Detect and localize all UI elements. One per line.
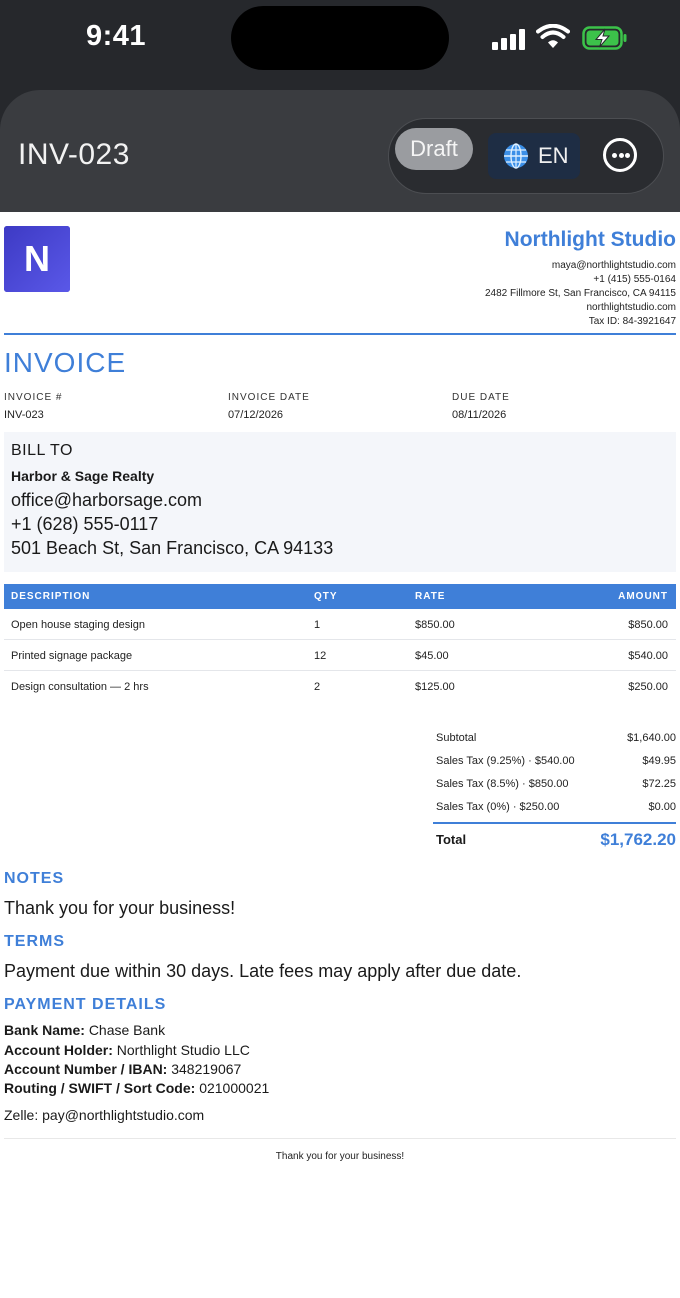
due-date-label: DUE DATE bbox=[452, 392, 510, 403]
item-amount: $540.00 bbox=[628, 650, 668, 662]
total-value: $1,762.20 bbox=[600, 830, 676, 849]
item-description: Design consultation — 2 hrs bbox=[11, 681, 149, 693]
table-row: Design consultation — 2 hrs 2 $125.00 $2… bbox=[4, 671, 676, 702]
invoice-number-label: INVOICE # bbox=[4, 392, 63, 403]
company-address: 2482 Fillmore St, San Francisco, CA 9411… bbox=[484, 288, 676, 299]
total-divider bbox=[433, 822, 676, 824]
item-qty: 1 bbox=[314, 619, 321, 631]
company-email: maya@northlightstudio.com bbox=[551, 260, 676, 271]
tax-line-label: Sales Tax (0%) · $250.00 bbox=[436, 801, 560, 813]
globe-icon bbox=[504, 143, 528, 169]
footer-text: Thank you for your business! bbox=[275, 1151, 405, 1162]
routing-code: Routing / SWIFT / Sort Code: 021000021 bbox=[4, 1080, 270, 1096]
company-contact: maya@northlightstudio.com +1 (415) 555-0… bbox=[485, 259, 676, 329]
item-qty: 12 bbox=[314, 650, 327, 662]
table-row: Open house staging design 1 $850.00 $850… bbox=[4, 609, 676, 640]
item-rate: $125.00 bbox=[415, 681, 455, 693]
zelle-info: Zelle: pay@northlightstudio.com bbox=[4, 1107, 205, 1123]
dynamic-island bbox=[231, 6, 449, 70]
notes-text: Thank you for your business! bbox=[4, 898, 236, 918]
item-description: Printed signage package bbox=[11, 650, 133, 662]
tax-line-label: Sales Tax (8.5%) · $850.00 bbox=[436, 778, 569, 790]
subtotal-value: $1,640.00 bbox=[627, 732, 676, 744]
company-tax-id: Tax ID: 84-3921647 bbox=[588, 316, 676, 327]
company-website: northlightstudio.com bbox=[586, 302, 677, 313]
bill-to-heading: BILL TO bbox=[11, 442, 73, 459]
client-phone: +1 (628) 555-0117 bbox=[11, 514, 159, 534]
account-holder: Account Holder: Northlight Studio LLC bbox=[4, 1042, 250, 1058]
column-header-description: DESCRIPTION bbox=[11, 591, 91, 602]
footer-divider bbox=[4, 1138, 676, 1139]
company-logo: N bbox=[4, 226, 70, 292]
terms-text: Payment due within 30 days. Late fees ma… bbox=[4, 961, 522, 981]
terms-heading: TERMS bbox=[4, 933, 65, 950]
account-number: Account Number / IBAN: 348219067 bbox=[4, 1061, 242, 1077]
table-row: Printed signage package 12 $45.00 $540.0… bbox=[4, 640, 676, 671]
item-rate: $850.00 bbox=[415, 619, 455, 631]
language-label: EN bbox=[538, 143, 569, 168]
company-phone: +1 (415) 555-0164 bbox=[593, 274, 676, 285]
tax-line-value: $72.25 bbox=[642, 778, 676, 790]
item-amount: $850.00 bbox=[628, 619, 668, 631]
client-name: Harbor & Sage Realty bbox=[11, 468, 155, 484]
client-email: office@harborsage.com bbox=[11, 490, 203, 510]
wifi-icon bbox=[536, 24, 570, 48]
item-amount: $250.00 bbox=[628, 681, 668, 693]
item-rate: $45.00 bbox=[415, 650, 449, 662]
battery-charging-icon bbox=[582, 26, 627, 50]
invoice-date-label: INVOICE DATE bbox=[228, 392, 310, 403]
cellular-signal-icon bbox=[492, 28, 528, 50]
invoice-number: INV-023 bbox=[4, 409, 44, 421]
column-header-qty: QTY bbox=[314, 591, 338, 602]
due-date: 08/11/2026 bbox=[452, 409, 507, 421]
client-address: 501 Beach St, San Francisco, CA 94133 bbox=[11, 538, 334, 558]
status-time: 9:41 bbox=[86, 20, 147, 52]
column-header-rate: RATE bbox=[415, 591, 446, 602]
more-options-icon[interactable] bbox=[603, 138, 637, 172]
total-label: Total bbox=[436, 832, 467, 847]
status-badge[interactable]: Draft bbox=[395, 128, 473, 170]
invoice-date: 07/12/2026 bbox=[228, 409, 284, 421]
tax-line-value: $0.00 bbox=[648, 801, 676, 813]
bank-name: Bank Name: Chase Bank bbox=[4, 1022, 166, 1038]
invoice-heading: INVOICE bbox=[4, 347, 127, 378]
subtotal-label: Subtotal bbox=[436, 732, 477, 744]
bill-to-section: BILL TO Harbor & Sage Realty office@harb… bbox=[4, 432, 676, 572]
tax-line-value: $49.95 bbox=[642, 755, 676, 767]
notes-heading: NOTES bbox=[4, 870, 65, 887]
table-header: DESCRIPTION QTY RATE AMOUNT bbox=[4, 584, 676, 609]
item-description: Open house staging design bbox=[11, 619, 145, 631]
payment-details-heading: PAYMENT DETAILS bbox=[4, 996, 167, 1013]
column-header-amount: AMOUNT bbox=[618, 591, 668, 602]
company-name: Northlight Studio bbox=[504, 228, 676, 251]
page-title: INV-023 bbox=[18, 138, 130, 171]
header-divider bbox=[4, 333, 676, 335]
item-qty: 2 bbox=[314, 681, 321, 693]
tax-line-label: Sales Tax (9.25%) · $540.00 bbox=[436, 755, 575, 767]
